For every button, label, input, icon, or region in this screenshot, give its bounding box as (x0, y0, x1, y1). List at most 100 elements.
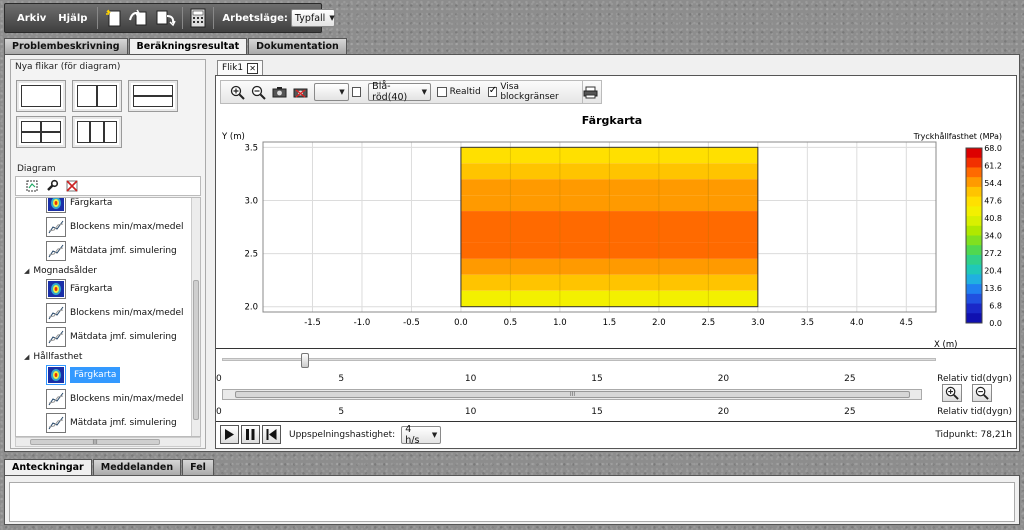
colorbar-tick-label: 34.0 (984, 232, 1002, 241)
colorbar-segment (966, 157, 982, 168)
tree-item-color-map[interactable]: Färgkarta (46, 278, 112, 300)
colorbar-segment (966, 284, 982, 295)
time-tick-label: 25 (844, 374, 856, 384)
play-icon (225, 429, 234, 440)
camera-delete-icon[interactable] (292, 81, 309, 103)
tree-item-color-map[interactable]: Färgkarta (46, 198, 112, 214)
tab-calculation-results[interactable]: Beräkningsresultat (128, 38, 248, 55)
delete-diagram-icon[interactable] (64, 178, 80, 194)
line-chart-icon (46, 241, 66, 261)
mode-label: Arbetsläge: (222, 12, 288, 24)
tree-item-measurement-comparison[interactable]: Mätdata jmf. simulering (46, 240, 177, 262)
tab-errors[interactable]: Fel (182, 459, 214, 475)
time-horizontal-scrollbar[interactable]: III (222, 389, 922, 400)
colorbar-tick-label: 68.0 (984, 144, 1002, 153)
timeline-panel: 0 5 10 15 20 25 Relativ tid(dygn) III 0 5 10 15 2… (216, 348, 1016, 448)
tree-group-strength[interactable]: ◢ Hållfasthet (24, 352, 82, 362)
line-chart-icon (46, 413, 66, 433)
colorbar-segment (966, 186, 982, 198)
scrollbar-thumb[interactable] (193, 280, 199, 420)
colorbar-segment (966, 303, 982, 314)
colorbar-segment (966, 148, 982, 159)
chevron-down-icon: ▼ (329, 14, 335, 22)
colorbar-segment (966, 206, 982, 217)
colorbar-segment (966, 313, 982, 324)
tree-horizontal-scrollbar[interactable]: III (15, 437, 201, 447)
x-tick-label: 0.5 (504, 318, 518, 328)
camera-icon[interactable] (271, 81, 288, 103)
show-block-bounds-label: Visa blockgränser (500, 82, 559, 102)
time-slider-track[interactable] (222, 353, 936, 368)
tree-item-block-stats[interactable]: Blockens min/max/medel (46, 216, 184, 238)
tree-item-block-stats[interactable]: Blockens min/max/medel (46, 302, 184, 324)
top-toolbar: Arkiv Hjälp Arbetsläge: Typfall ▼ (0, 0, 1024, 36)
time-slider-thumb[interactable] (301, 353, 310, 368)
mode-select[interactable]: Typfall ▼ (290, 9, 335, 27)
playback-speed-select[interactable]: 4 h/s ▼ (401, 424, 442, 446)
print-icon[interactable] (581, 81, 599, 103)
tree-item-label: Blockens min/max/medel (70, 222, 184, 232)
time-axis-label: Relativ tid(dygn) (937, 374, 1012, 384)
new-project-icon[interactable] (104, 7, 124, 29)
tab-problem-description[interactable]: Problembeskrivning (4, 38, 128, 54)
time-tick-label: 15 (591, 407, 603, 417)
expand-triangle-icon: ◢ (24, 267, 30, 275)
colorbar-tick-label: 20.4 (984, 267, 1002, 276)
colorbar-tick-label: 40.8 (984, 214, 1002, 223)
scrollbar-thumb[interactable]: III (235, 391, 910, 398)
realtime-checkbox[interactable] (437, 87, 447, 97)
main-panel: Nya flikar (för diagram) Diagram Färgkar… (4, 54, 1020, 452)
close-icon[interactable]: ✕ (247, 62, 259, 74)
open-project-icon[interactable] (128, 7, 150, 29)
zoom-out-icon[interactable] (250, 81, 267, 103)
timeline-zoom-in-button[interactable] (942, 384, 962, 402)
tree-vertical-scrollbar[interactable] (191, 198, 200, 436)
tab-notes[interactable]: Anteckningar (4, 459, 92, 476)
x-tick-label: -1.0 (354, 318, 371, 328)
colorbar-segment (966, 235, 982, 246)
tab-messages[interactable]: Meddelanden (92, 459, 182, 475)
tree-item-color-map-selected[interactable]: Färgkarta (46, 364, 121, 386)
x-tick-label: 3.5 (801, 318, 815, 328)
save-project-icon[interactable] (154, 7, 177, 29)
zoom-out-icon (975, 386, 989, 400)
tree-group-maturity[interactable]: ◢ Mognadsålder (24, 266, 97, 276)
layout-three-columns-button[interactable] (72, 116, 122, 148)
menu-file[interactable]: Arkiv (11, 13, 52, 24)
layout-single-button[interactable] (16, 80, 66, 112)
notes-textarea[interactable] (9, 482, 1015, 522)
wrench-icon[interactable] (44, 178, 60, 194)
snapshot-select[interactable]: ▼ (314, 83, 349, 101)
layout-two-columns-button[interactable] (72, 80, 122, 112)
scrollbar-thumb[interactable]: III (30, 439, 160, 446)
play-button[interactable] (220, 425, 239, 444)
tree-item-measurement-comparison[interactable]: Mätdata jmf. simulering (46, 412, 177, 434)
rewind-button[interactable] (262, 425, 281, 444)
palette-select[interactable]: Blå-röd(40) ▼ (368, 81, 432, 103)
timeline-zoom-out-button[interactable] (972, 384, 992, 402)
time-tick-label: 10 (464, 374, 477, 384)
playback-controls: Uppspelningshastighet: 4 h/s ▼ Tidpunkt:… (216, 421, 1016, 447)
add-diagram-icon[interactable] (24, 178, 40, 194)
show-block-bounds-checkbox[interactable] (487, 85, 498, 97)
tab-documentation[interactable]: Dokumentation (248, 38, 347, 54)
tree-item-label: Blockens min/max/medel (70, 308, 184, 318)
calculator-icon[interactable] (189, 7, 207, 29)
tree-item-label: Färgkarta (70, 367, 121, 383)
tab-flik1[interactable]: Flik1 ✕ (217, 60, 264, 75)
tree-item-measurement-comparison[interactable]: Mätdata jmf. simulering (46, 326, 177, 348)
colorbar-segment (966, 293, 982, 305)
zoom-in-icon[interactable] (229, 81, 246, 103)
color-map-icon (46, 198, 66, 213)
tree-item-block-stats[interactable]: Blockens min/max/medel (46, 388, 184, 410)
layout-quad-button[interactable] (16, 116, 66, 148)
colorbar-tick-labels: 68.0 61.2 54.4 47.6 40.8 34.0 27.2 20.4 13.6 6.8 0… (984, 144, 1002, 328)
x-tick-label: 3.0 (751, 318, 765, 328)
bottom-panel (4, 475, 1020, 525)
menu-help[interactable]: Hjälp (52, 13, 93, 24)
pause-button[interactable] (241, 425, 260, 444)
line-chart-icon (46, 389, 66, 409)
layout-two-rows-button[interactable] (128, 80, 178, 112)
snapshot-checkbox[interactable] (351, 87, 362, 97)
diagram-toolbar (15, 176, 201, 196)
